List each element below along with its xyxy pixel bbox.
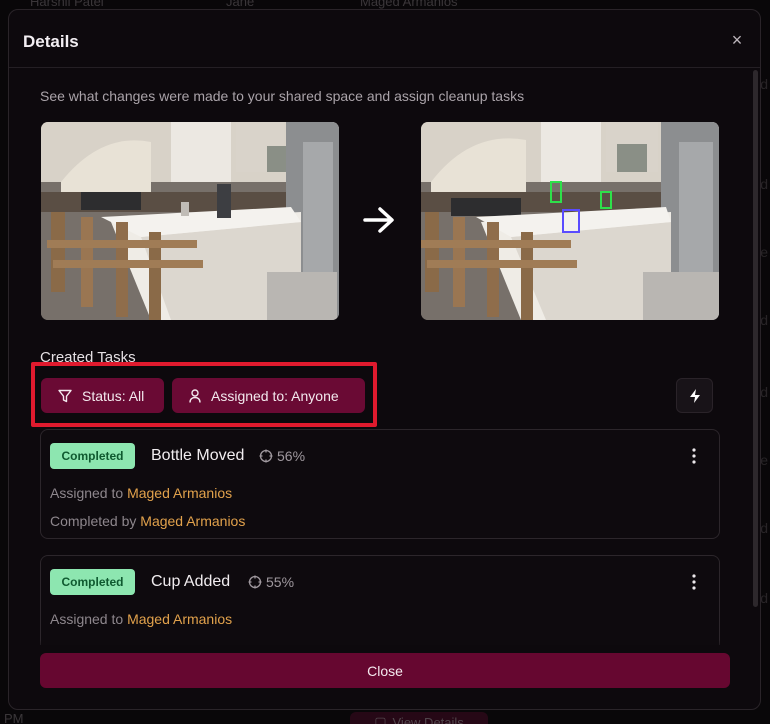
arrow-right-icon: [363, 207, 394, 233]
more-options-icon[interactable]: [689, 447, 699, 465]
scrollbar[interactable]: [753, 70, 758, 607]
kitchen-photo-before: [41, 122, 339, 320]
confidence-score: 55%: [248, 574, 294, 590]
lightning-icon: [689, 388, 700, 403]
completed-prefix: Completed by: [50, 513, 137, 529]
kitchen-photo-after: [421, 122, 719, 320]
more-options-icon[interactable]: [689, 573, 699, 591]
assigned-filter-label: Assigned to: Anyone: [211, 387, 339, 404]
assigned-filter-button[interactable]: Assigned to: Anyone: [172, 378, 365, 413]
modal-title: Details: [23, 32, 79, 51]
assigned-line: Assigned to Maged Armanios: [50, 485, 232, 501]
assigned-line: Assigned to Maged Armanios: [50, 611, 232, 627]
status-filter-button[interactable]: Status: All: [41, 378, 164, 413]
status-badge: Completed: [50, 443, 135, 469]
assignee-link[interactable]: Maged Armanios: [127, 611, 232, 627]
close-icon[interactable]: ×: [730, 31, 744, 49]
completed-line: Completed by Maged Armanios: [50, 513, 245, 529]
filter-icon: [58, 389, 72, 402]
crosshair-icon: [248, 575, 262, 589]
confidence-value: 55%: [266, 574, 295, 590]
auto-assign-button[interactable]: [676, 378, 713, 413]
confidence-value: 56%: [277, 448, 306, 464]
user-icon: [189, 388, 201, 403]
status-badge: Completed: [50, 569, 135, 595]
assignee-link[interactable]: Maged Armanios: [127, 485, 232, 501]
task-name: Cup Added: [151, 573, 231, 590]
task-card[interactable]: Completed Bottle Moved 56% Assigned to M…: [40, 429, 720, 539]
status-filter-label: Status: All: [82, 387, 145, 404]
modal-subtitle: See what changes were made to your share…: [40, 88, 525, 104]
details-modal: Details × See what changes were made to …: [8, 9, 761, 710]
crosshair-icon: [259, 449, 273, 463]
task-card[interactable]: Completed Cup Added 55% Assigned to Mage…: [40, 555, 720, 645]
modal-header: Details ×: [9, 10, 760, 68]
close-button[interactable]: Close: [40, 653, 730, 688]
task-name: Bottle Moved: [151, 447, 245, 464]
completer-link[interactable]: Maged Armanios: [140, 513, 245, 529]
confidence-score: 56%: [259, 448, 305, 464]
assigned-prefix: Assigned to: [50, 611, 124, 627]
assigned-prefix: Assigned to: [50, 485, 124, 501]
scroll-fade: [9, 640, 760, 652]
